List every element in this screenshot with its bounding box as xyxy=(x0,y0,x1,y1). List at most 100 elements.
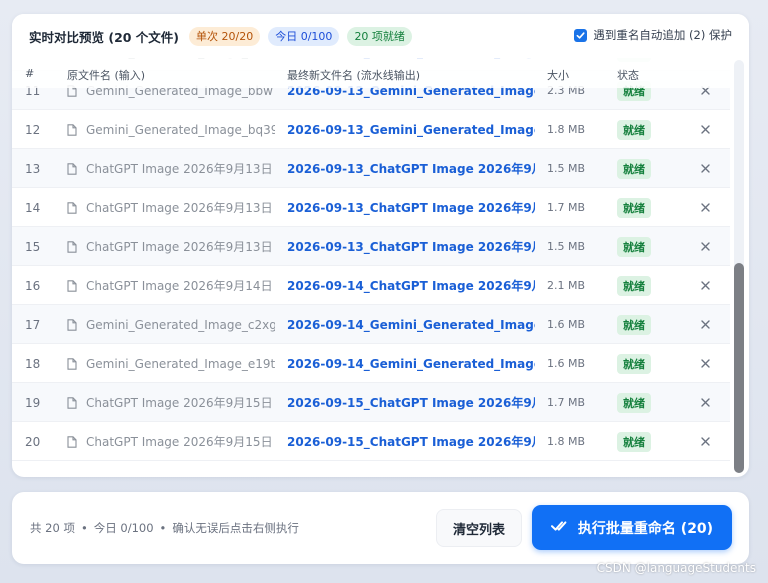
remove-row-button[interactable] xyxy=(697,305,713,344)
row-size: 1.7 MB xyxy=(547,201,586,214)
file-icon xyxy=(67,357,77,370)
remove-row-button[interactable] xyxy=(697,110,713,149)
row-size: 1.6 MB xyxy=(547,318,586,331)
auto-append-label: 遇到重名自动追加 (2) 保护 xyxy=(593,28,732,42)
row-original-name: ChatGPT Image 2026年9月15日 0 xyxy=(67,422,275,461)
row-index: 15 xyxy=(25,239,41,254)
remove-row-button[interactable] xyxy=(697,383,713,422)
summary-total: 共 20 项 xyxy=(30,521,75,535)
table-row[interactable]: 16 ChatGPT Image 2026年9月14日 0 2026-09-14… xyxy=(12,266,730,305)
table-row[interactable]: 15 ChatGPT Image 2026年9月13日 1 2026-09-13… xyxy=(12,227,730,266)
column-index: # xyxy=(25,67,35,80)
original-filename: ChatGPT Image 2026年9月14日 0 xyxy=(86,279,275,293)
auto-append-toggle[interactable]: 遇到重名自动追加 (2) 保护 xyxy=(574,27,732,43)
row-original-name: Gemini_Generated_Image_e19t xyxy=(67,344,275,383)
status-badge: 就绪 xyxy=(617,431,651,452)
close-icon[interactable] xyxy=(700,281,710,290)
row-original-name: ChatGPT Image 2026年9月13日 1 xyxy=(67,149,275,188)
row-size: 2.1 MB xyxy=(547,279,586,292)
remove-row-button[interactable] xyxy=(697,422,713,461)
table-row[interactable]: 12 Gemini_Generated_Image_bq39 2026-09-1… xyxy=(12,110,730,149)
original-filename: ChatGPT Image 2026年9月15日 0 xyxy=(86,435,275,449)
table-row[interactable]: 17 Gemini_Generated_Image_c2xg 2026-09-1… xyxy=(12,305,730,344)
original-filename: ChatGPT Image 2026年9月13日 1 xyxy=(86,240,275,254)
original-filename: ChatGPT Image 2026年9月13日 1 xyxy=(86,201,275,215)
file-icon xyxy=(67,279,77,292)
row-new-name: 2026-09-14_Gemini_Generated_Image_c xyxy=(287,317,535,332)
row-index: 12 xyxy=(25,122,41,137)
status-badge: 就绪 xyxy=(617,392,651,413)
file-icon xyxy=(67,201,77,214)
close-icon[interactable] xyxy=(700,203,710,212)
file-table[interactable]: # 原文件名 (输入) 最终新文件名 (流水线输出) 大小 状态 10 Gemi… xyxy=(12,58,730,477)
row-index: 16 xyxy=(25,278,41,293)
row-index: 20 xyxy=(25,434,41,449)
status-badge: 就绪 xyxy=(617,119,651,140)
remove-row-button[interactable] xyxy=(697,188,713,227)
run-button-label: 执行批量重命名 (20) xyxy=(577,520,714,537)
close-icon[interactable] xyxy=(700,359,710,368)
close-icon[interactable] xyxy=(700,164,710,173)
today-quota-badge: 今日 0/100 xyxy=(268,26,340,46)
table-column-header: # 原文件名 (输入) 最终新文件名 (流水线输出) 大小 状态 xyxy=(12,58,730,88)
close-icon[interactable] xyxy=(700,320,710,329)
row-size: 1.5 MB xyxy=(547,162,586,175)
row-size: 1.6 MB xyxy=(547,357,586,370)
row-size: 1.5 MB xyxy=(547,240,586,253)
row-new-name: 2026-09-13_ChatGPT Image 2026年9月13 xyxy=(287,162,535,176)
row-index: 14 xyxy=(25,200,41,215)
original-filename: Gemini_Generated_Image_e19t xyxy=(86,356,275,371)
row-status: 就绪 xyxy=(617,344,667,383)
table-body: 10 Gemini_Generated_Image_5vl3 2026-09-1… xyxy=(12,58,730,461)
remove-row-button[interactable] xyxy=(697,227,713,266)
remove-row-button[interactable] xyxy=(697,149,713,188)
table-scrollbar[interactable] xyxy=(734,60,744,473)
status-badge: 就绪 xyxy=(617,275,651,296)
checkbox-checked-icon[interactable] xyxy=(574,28,588,42)
row-status: 就绪 xyxy=(617,110,667,149)
single-quota-badge: 单次 20/20 xyxy=(189,26,261,46)
close-icon[interactable] xyxy=(700,242,710,251)
file-icon xyxy=(67,318,77,331)
table-row[interactable]: 19 ChatGPT Image 2026年9月15日 0 2026-09-15… xyxy=(12,383,730,422)
clear-list-button[interactable]: 清空列表 xyxy=(436,509,522,547)
column-size: 大小 xyxy=(547,69,569,82)
table-row[interactable]: 13 ChatGPT Image 2026年9月13日 1 2026-09-13… xyxy=(12,149,730,188)
row-original-name: ChatGPT Image 2026年9月13日 1 xyxy=(67,227,275,266)
table-row[interactable]: 14 ChatGPT Image 2026年9月13日 1 2026-09-13… xyxy=(12,188,730,227)
ready-count-badge: 20 项就绪 xyxy=(347,26,412,46)
run-batch-rename-button[interactable]: 执行批量重命名 (20) xyxy=(532,505,732,550)
preview-header: 实时对比预览 (20 个文件) 单次 20/20 今日 0/100 20 项就绪… xyxy=(12,14,749,58)
preview-card: 实时对比预览 (20 个文件) 单次 20/20 今日 0/100 20 项就绪… xyxy=(12,14,749,477)
file-icon xyxy=(67,396,77,409)
table-row[interactable]: 20 ChatGPT Image 2026年9月15日 0 2026-09-15… xyxy=(12,422,730,461)
original-filename: Gemini_Generated_Image_c2xg xyxy=(86,317,275,332)
row-new-name: 2026-09-13_ChatGPT Image 2026年9月13 xyxy=(287,240,535,254)
scrollbar-thumb[interactable] xyxy=(734,263,744,473)
row-original-name: Gemini_Generated_Image_bq39 xyxy=(67,110,275,149)
action-footer: 共 20 项 • 今日 0/100 • 确认无误后点击右侧执行 清空列表 执行批量重命名… xyxy=(12,492,749,564)
row-status: 就绪 xyxy=(617,188,667,227)
row-index: 18 xyxy=(25,356,41,371)
row-new-name: 2026-09-15_ChatGPT Image 2026年9月15 xyxy=(287,435,535,449)
row-new-name: 2026-09-14_ChatGPT Image 2026年9月14 xyxy=(287,279,535,293)
remove-row-button[interactable] xyxy=(697,266,713,305)
status-badge: 就绪 xyxy=(617,236,651,257)
status-badge: 就绪 xyxy=(617,158,651,179)
row-new-name: 2026-09-14_Gemini_Generated_Image_e xyxy=(287,356,535,371)
table-row[interactable]: 18 Gemini_Generated_Image_e19t 2026-09-1… xyxy=(12,344,730,383)
close-icon[interactable] xyxy=(700,125,710,134)
row-status: 就绪 xyxy=(617,422,667,461)
row-new-name: 2026-09-15_ChatGPT Image 2026年9月15 xyxy=(287,396,535,410)
preview-title: 实时对比预览 (20 个文件) xyxy=(29,29,180,45)
column-new-name: 最终新文件名 (流水线输出) xyxy=(287,69,421,82)
summary-hint: 确认无误后点击右侧执行 xyxy=(172,521,299,535)
file-icon xyxy=(67,123,77,136)
original-filename: ChatGPT Image 2026年9月13日 1 xyxy=(86,162,275,176)
close-icon[interactable] xyxy=(700,398,710,407)
row-status: 就绪 xyxy=(617,149,667,188)
close-icon[interactable] xyxy=(700,437,710,446)
row-original-name: ChatGPT Image 2026年9月13日 1 xyxy=(67,188,275,227)
remove-row-button[interactable] xyxy=(697,344,713,383)
row-status: 就绪 xyxy=(617,227,667,266)
